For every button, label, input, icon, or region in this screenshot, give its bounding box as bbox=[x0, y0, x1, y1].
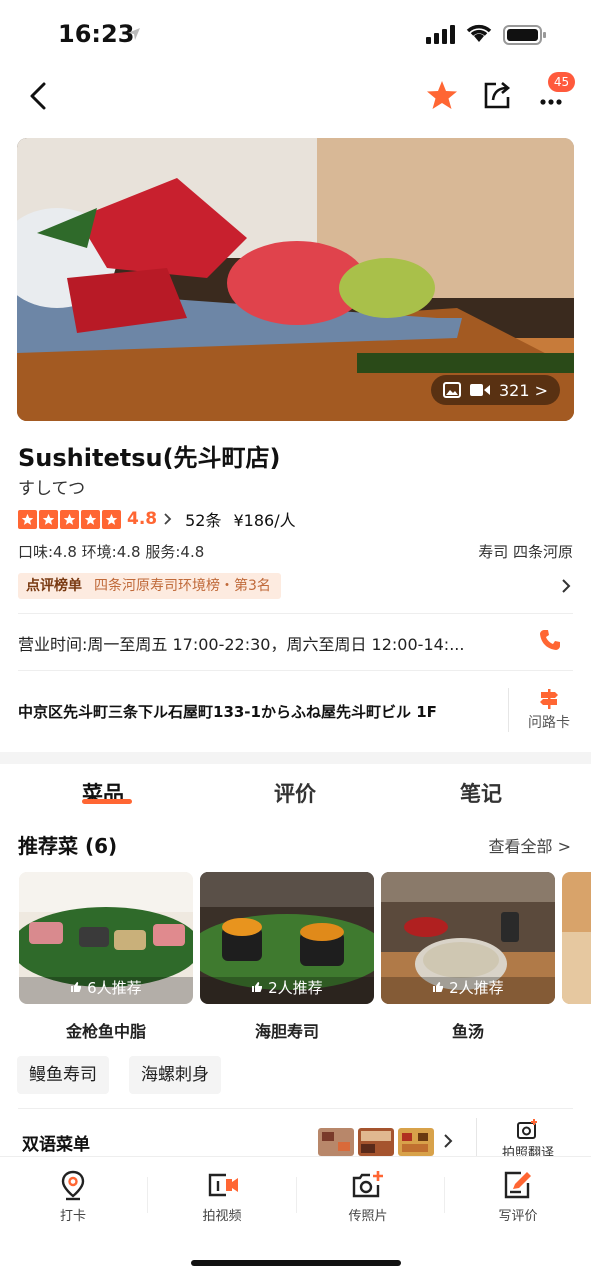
divider bbox=[18, 670, 573, 671]
route-card-label: 问路卡 bbox=[528, 715, 570, 731]
restaurant-kana-name: すしてつ bbox=[18, 479, 86, 499]
thumbs-up-icon bbox=[71, 982, 82, 992]
write-review-label: 写评价 bbox=[498, 1209, 538, 1224]
restaurant-name: Sushitetsu(先斗町店) bbox=[18, 444, 281, 472]
sub-scores: 口味:4.8 环境:4.8 服务:4.8 bbox=[18, 543, 205, 561]
tab-notes[interactable]: 笔记 bbox=[460, 778, 502, 808]
recommend-text: 2人推荐 bbox=[268, 979, 323, 997]
chevron-right-icon bbox=[164, 513, 172, 525]
dish-name: 海胆寿司 bbox=[254, 1022, 319, 1041]
menu-photo bbox=[318, 1128, 354, 1156]
dish-chip[interactable]: 海螺刺身 bbox=[129, 1056, 221, 1094]
star-icon bbox=[39, 509, 58, 529]
write-review-button[interactable]: 写评价 bbox=[478, 1169, 558, 1224]
signpost-icon bbox=[540, 689, 558, 709]
divider bbox=[18, 613, 573, 614]
rating-row[interactable]: 4.8 52条 ¥186/人 bbox=[18, 507, 296, 531]
star-icon bbox=[18, 509, 37, 529]
camera-translate-icon bbox=[517, 1119, 537, 1139]
recommended-dishes-title: 推荐菜 (6) bbox=[18, 834, 118, 858]
ranking-label: 点评榜单 bbox=[26, 578, 82, 594]
star-rating bbox=[18, 509, 121, 529]
price-per-person: ¥186/人 bbox=[233, 511, 296, 530]
recommend-count: 2人推荐 bbox=[200, 977, 374, 998]
divider bbox=[508, 688, 509, 732]
business-hours[interactable]: 营业时间:周一至周五 17:00-22:30，周六至周日 12:00-14:..… bbox=[18, 631, 518, 655]
top-nav: 45 bbox=[0, 70, 591, 126]
favorite-star-icon[interactable] bbox=[425, 78, 459, 112]
dish-card-partial[interactable] bbox=[562, 872, 591, 1004]
menu-thumbnail[interactable] bbox=[358, 1128, 394, 1156]
dish-card[interactable]: 2人推荐 bbox=[381, 872, 555, 1004]
recommend-count: 6人推荐 bbox=[19, 977, 193, 998]
divider bbox=[476, 1118, 477, 1158]
divider bbox=[147, 1177, 148, 1213]
phone-icon[interactable] bbox=[538, 628, 562, 652]
recommend-count: 2人推荐 bbox=[381, 977, 555, 998]
star-icon bbox=[81, 509, 100, 529]
record-video-label: 拍视频 bbox=[202, 1209, 242, 1224]
location-arrow-icon bbox=[128, 28, 140, 40]
address[interactable]: 中京区先斗町三条下ル石屋町133-1からふね屋先斗町ビル 1F bbox=[18, 701, 437, 722]
status-bar: 16:23 bbox=[0, 0, 591, 70]
checkin-button[interactable]: 打卡 bbox=[33, 1169, 113, 1224]
chevron-right-icon[interactable] bbox=[559, 576, 573, 596]
star-icon bbox=[60, 509, 79, 529]
dish-card[interactable]: 6人推荐 bbox=[19, 872, 193, 1004]
upload-photo-label: 传照片 bbox=[348, 1209, 388, 1224]
dish-name: 鱼汤 bbox=[451, 1022, 484, 1041]
recommend-text: 2人推荐 bbox=[449, 979, 504, 997]
menu-thumbnail[interactable] bbox=[318, 1128, 354, 1156]
star-icon bbox=[102, 509, 121, 529]
review-count: 52条 bbox=[185, 511, 222, 530]
checkin-label: 打卡 bbox=[59, 1209, 86, 1224]
divider bbox=[18, 1108, 573, 1109]
notification-badge: 45 bbox=[548, 72, 575, 92]
route-card-button[interactable]: 问路卡 bbox=[521, 688, 577, 732]
video-camera-icon bbox=[208, 1173, 238, 1197]
divider bbox=[296, 1177, 297, 1213]
location-pin-icon bbox=[61, 1170, 85, 1201]
back-arrow-icon[interactable] bbox=[22, 76, 58, 116]
dish-card[interactable]: 2人推荐 bbox=[200, 872, 374, 1004]
dish-chip[interactable]: 鳗鱼寿司 bbox=[17, 1056, 109, 1094]
hero-photo[interactable]: 321 > bbox=[17, 138, 574, 421]
video-icon bbox=[469, 384, 490, 396]
media-count: 321 > bbox=[498, 380, 548, 400]
menu-photo bbox=[358, 1128, 394, 1156]
chevron-right-icon[interactable] bbox=[442, 1132, 454, 1150]
thumbs-up-icon bbox=[433, 982, 444, 992]
ranking-badge[interactable]: 点评榜单 四条河原寿司环境榜・第3名 bbox=[18, 573, 281, 599]
section-gap bbox=[0, 752, 591, 764]
ranking-text: 四条河原寿司环境榜・第3名 bbox=[94, 578, 271, 594]
photo-icon bbox=[442, 382, 461, 398]
status-time: 16:23 bbox=[58, 20, 135, 48]
divider bbox=[444, 1177, 445, 1213]
bilingual-menu-title[interactable]: 双语菜单 bbox=[22, 1130, 90, 1155]
active-tab-indicator bbox=[82, 799, 132, 804]
menu-photo bbox=[398, 1128, 434, 1156]
share-icon[interactable] bbox=[480, 78, 514, 112]
thumbs-up-icon bbox=[252, 982, 263, 992]
record-video-button[interactable]: 拍视频 bbox=[182, 1169, 262, 1224]
menu-thumbnail[interactable] bbox=[398, 1128, 434, 1156]
upload-photo-button[interactable]: 传照片 bbox=[328, 1169, 408, 1224]
photo-translate-button[interactable]: 拍照翻译 bbox=[496, 1118, 560, 1161]
tab-reviews[interactable]: 评价 bbox=[274, 778, 316, 808]
view-all-link[interactable]: 查看全部 > bbox=[489, 833, 572, 857]
battery-icon bbox=[503, 25, 546, 45]
content-tabs: 菜品 评价 笔记 bbox=[0, 772, 591, 816]
wifi-icon bbox=[466, 24, 492, 42]
restaurant-detail-screen: 16:23 45 321 > Sushitetsu(先斗町店) すしてつ 4.8… bbox=[0, 0, 591, 1280]
media-count-chip[interactable]: 321 > bbox=[430, 375, 560, 405]
rating-score: 4.8 bbox=[127, 509, 158, 529]
camera-plus-icon bbox=[352, 1171, 383, 1198]
cellular-signal-icon bbox=[426, 25, 455, 44]
home-indicator bbox=[191, 1260, 401, 1266]
dish-name: 金枪鱼中脂 bbox=[65, 1022, 146, 1041]
dish-photo bbox=[562, 872, 591, 1004]
recommend-text: 6人推荐 bbox=[87, 979, 142, 997]
edit-review-icon bbox=[504, 1171, 531, 1199]
category-location: 寿司 四条河原 bbox=[478, 543, 573, 561]
